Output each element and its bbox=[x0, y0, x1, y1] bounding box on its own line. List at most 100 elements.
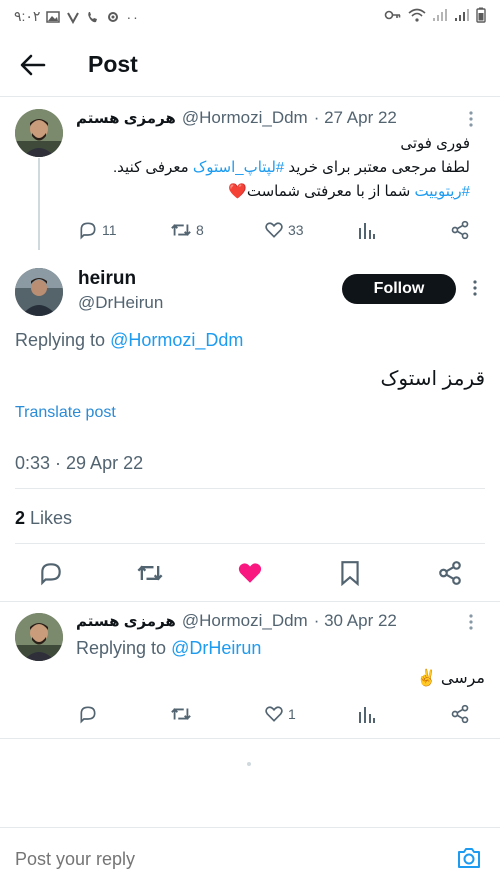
more-vertical-icon bbox=[469, 614, 473, 630]
avatar[interactable] bbox=[15, 109, 63, 157]
retweet-button[interactable] bbox=[170, 704, 192, 724]
more-options-button[interactable] bbox=[468, 613, 474, 631]
gallery-icon bbox=[46, 10, 61, 23]
tweet-text: قرمز استوک bbox=[380, 368, 485, 390]
divider bbox=[15, 488, 485, 489]
divider bbox=[0, 96, 500, 97]
tweet-text: مرسی ✌️ bbox=[416, 670, 485, 687]
share-icon bbox=[439, 561, 461, 585]
top-app-bar: Post bbox=[0, 34, 500, 96]
date[interactable]: · 27 Apr 22 bbox=[314, 108, 397, 128]
analytics-button[interactable] bbox=[358, 704, 376, 724]
more-vertical-icon bbox=[469, 111, 473, 127]
analytics-icon bbox=[359, 223, 375, 239]
thread-line bbox=[38, 158, 40, 250]
check-icon bbox=[67, 12, 80, 24]
likes-label: Likes bbox=[30, 508, 73, 528]
avatar[interactable] bbox=[15, 613, 63, 661]
like-count: 33 bbox=[288, 222, 304, 238]
call-icon bbox=[88, 11, 98, 22]
like-button[interactable] bbox=[236, 560, 264, 586]
more-vertical-icon bbox=[473, 280, 477, 296]
heart-outline-icon bbox=[265, 706, 283, 722]
reply-count: 11 bbox=[102, 222, 117, 238]
tweet-line-3: #ریتوییت شما از با معرفتی شماست❤️ bbox=[228, 183, 470, 200]
tweet-text: فوری فوتی لطفا مرجعی معتبر برای خرید #لپ… bbox=[70, 132, 470, 204]
reply-icon bbox=[41, 563, 61, 586]
hashtag-link[interactable]: #لپتاپ_استوک bbox=[193, 159, 284, 176]
display-name[interactable]: هرمزی هستم bbox=[76, 612, 176, 630]
heart-emoji: ❤️ bbox=[228, 183, 247, 200]
bookmark-button[interactable] bbox=[338, 560, 362, 586]
reply-icon bbox=[80, 706, 96, 724]
camera-icon bbox=[458, 848, 480, 868]
likes-count: 2 bbox=[15, 508, 26, 528]
replying-to-link[interactable]: @Hormozi_Ddm bbox=[110, 330, 243, 350]
status-bar: ۹:۰۲ ·· bbox=[0, 0, 500, 34]
handle[interactable]: @DrHeirun bbox=[78, 293, 163, 313]
more-options-button[interactable] bbox=[468, 110, 474, 128]
display-name[interactable]: هرمزی هستم bbox=[76, 109, 176, 127]
likes-summary[interactable]: 2 Likes bbox=[15, 508, 72, 529]
handle[interactable]: @Hormozi_Ddm bbox=[182, 611, 308, 631]
retweet-button[interactable] bbox=[136, 560, 164, 586]
share-button[interactable] bbox=[450, 704, 470, 724]
tweet-line-1: فوری فوتی bbox=[400, 135, 470, 152]
like-button[interactable]: 1 bbox=[264, 704, 296, 724]
reply-button[interactable]: 11 bbox=[78, 220, 117, 240]
back-button[interactable] bbox=[20, 54, 46, 76]
display-name[interactable]: heirun bbox=[78, 268, 136, 290]
tweet-header: هرمزی هستم @Hormozi_Ddm · 30 Apr 22 bbox=[76, 611, 426, 631]
reply-button[interactable] bbox=[78, 704, 98, 724]
like-count: 1 bbox=[288, 706, 296, 722]
more-options-button[interactable] bbox=[472, 279, 478, 297]
tweet-line-2: لطفا مرجعی معتبر برای خرید #لپتاپ_استوک … bbox=[113, 159, 470, 176]
reply-input[interactable] bbox=[15, 844, 435, 874]
avatar[interactable] bbox=[15, 268, 63, 316]
share-icon bbox=[451, 220, 469, 240]
retweet-button[interactable]: 8 bbox=[170, 220, 204, 240]
divider bbox=[0, 738, 500, 739]
victory-hand-emoji: ✌️ bbox=[416, 670, 437, 687]
analytics-button[interactable] bbox=[358, 220, 376, 240]
share-button[interactable] bbox=[450, 220, 470, 240]
retweet-count: 8 bbox=[196, 222, 204, 238]
bookmark-icon bbox=[341, 561, 359, 586]
retweet-icon bbox=[171, 224, 191, 236]
key-icon bbox=[384, 10, 401, 20]
translate-link[interactable]: Translate post bbox=[15, 404, 116, 422]
handle[interactable]: @Hormozi_Ddm bbox=[182, 108, 308, 128]
heart-filled-icon bbox=[238, 563, 262, 583]
timestamp[interactable]: 0:33 · 29 Apr 22 bbox=[15, 453, 143, 474]
settings-icon bbox=[108, 11, 119, 22]
status-time: ۹:۰۲ bbox=[14, 8, 41, 24]
retweet-icon bbox=[137, 565, 163, 581]
divider bbox=[0, 601, 500, 602]
analytics-icon bbox=[359, 707, 375, 723]
camera-button[interactable] bbox=[456, 846, 482, 870]
share-button[interactable] bbox=[437, 560, 463, 586]
heart-outline-icon bbox=[265, 222, 283, 238]
tweet-header: هرمزی هستم @Hormozi_Ddm · 27 Apr 22 bbox=[76, 108, 426, 128]
replying-to: Replying to @DrHeirun bbox=[76, 638, 262, 658]
more-notifications-icon: ·· bbox=[126, 8, 140, 25]
retweet-icon bbox=[171, 708, 191, 720]
replying-to: Replying to @Hormozi_Ddm bbox=[15, 330, 244, 350]
reply-button[interactable] bbox=[38, 560, 64, 586]
arrow-left-icon bbox=[20, 54, 46, 76]
divider bbox=[15, 543, 485, 544]
date[interactable]: · 30 Apr 22 bbox=[314, 611, 397, 631]
reply-icon bbox=[80, 222, 96, 240]
hashtag-link[interactable]: #ریتوییت bbox=[415, 183, 470, 200]
like-button[interactable]: 33 bbox=[264, 220, 304, 240]
follow-button[interactable]: Follow bbox=[342, 274, 456, 304]
reply-composer bbox=[0, 827, 500, 888]
battery-icon bbox=[476, 7, 486, 23]
wifi-icon bbox=[408, 8, 426, 22]
signal-icon-2 bbox=[455, 9, 469, 21]
loading-indicator bbox=[247, 762, 251, 766]
replying-to-link[interactable]: @DrHeirun bbox=[171, 638, 261, 658]
page-title: Post bbox=[88, 51, 138, 77]
signal-icon bbox=[433, 9, 447, 21]
share-icon bbox=[451, 704, 469, 724]
